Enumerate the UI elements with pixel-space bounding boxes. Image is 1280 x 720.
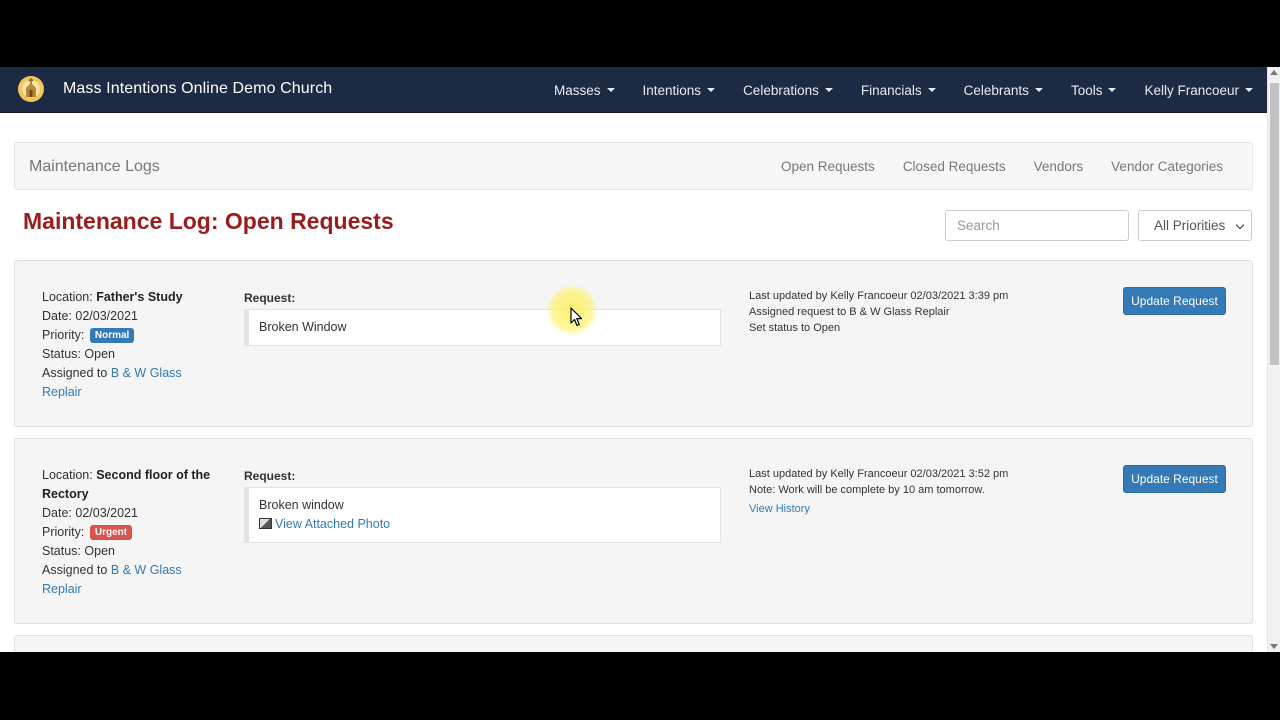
menu-label: Celebrations (743, 82, 819, 98)
location-value: Father's Study (96, 290, 183, 304)
menu-user-account[interactable]: Kelly Francoeur (1144, 83, 1253, 98)
assigned-label: Assigned to (42, 366, 108, 380)
priority-row: Priority: Normal (42, 326, 212, 345)
menu-label: Financials (860, 82, 922, 98)
status-value: Open (84, 544, 115, 558)
update-request-button[interactable]: Update Request (1123, 465, 1226, 493)
menu-celebrants[interactable]: Celebrants (964, 83, 1043, 98)
location-label: Location: (42, 290, 93, 304)
request-column: Request: Broken Window (244, 291, 721, 346)
request-text: Broken window (259, 498, 344, 512)
brand-name: Mass Intentions Online Demo Church (63, 80, 333, 97)
main-menu: Masses Intentions Celebrations Financial… (526, 67, 1253, 113)
church-logo-icon (18, 76, 44, 102)
assigned-row: Assigned to B & W Glass Replair (42, 364, 212, 402)
date-row: Date: 02/03/2021 (42, 307, 212, 326)
caret-down-icon (927, 88, 936, 92)
brand[interactable]: Mass Intentions Online Demo Church (16, 75, 332, 103)
request-text: Broken Window (259, 320, 347, 334)
menu-label: Intentions (642, 82, 702, 98)
menu-intentions[interactable]: Intentions (643, 83, 716, 98)
date-label: Date: (42, 309, 72, 323)
menu-label: Masses (554, 82, 601, 98)
link-vendors[interactable]: Vendors (1034, 159, 1084, 174)
status-value: Open (84, 347, 115, 361)
menu-label: Kelly Francoeur (1144, 82, 1239, 98)
log-entry: Assigned request to B & W Glass Replair (749, 306, 950, 318)
status-row: Status: Open (42, 345, 212, 364)
sub-navbar: Maintenance Logs Open Requests Closed Re… (14, 142, 1253, 190)
priority-filter-value: All Priorities (1154, 218, 1226, 233)
search-input[interactable] (945, 210, 1129, 241)
caret-down-icon (1108, 88, 1117, 92)
caret-down-icon (1034, 88, 1043, 92)
request-details: Location: Father's Study Date: 02/03/202… (42, 288, 212, 402)
log-entry: Last updated by Kelly Francoeur 02/03/20… (749, 290, 1009, 302)
link-vendor-categories[interactable]: Vendor Categories (1111, 159, 1223, 174)
status-label: Status: (42, 544, 81, 558)
link-closed-requests[interactable]: Closed Requests (903, 159, 1006, 174)
assigned-row: Assigned to B & W Glass Replair (42, 561, 212, 599)
date-row: Date: 02/03/2021 (42, 504, 212, 523)
view-history-link[interactable]: View History (749, 501, 1089, 517)
request-card-partial (14, 635, 1253, 652)
status-row: Status: Open (42, 542, 212, 561)
request-label: Request: (244, 469, 296, 483)
request-card: Location: Second floor of the Rectory Da… (14, 438, 1253, 624)
menu-label: Tools (1070, 82, 1103, 98)
caret-down-icon (1245, 88, 1253, 92)
page-title: Maintenance Log: Open Requests (23, 208, 394, 234)
status-label: Status: (42, 347, 81, 361)
date-value: 02/03/2021 (75, 309, 138, 323)
menu-celebrations[interactable]: Celebrations (743, 83, 833, 98)
chevron-down-icon (1235, 220, 1245, 230)
scroll-down-arrow-icon[interactable] (1270, 644, 1278, 649)
menu-masses[interactable]: Masses (554, 83, 615, 98)
priority-label: Priority: (42, 328, 85, 342)
request-label: Request: (244, 291, 296, 305)
log-entry: Set status to Open (749, 322, 841, 334)
menu-label: Celebrants (963, 82, 1029, 98)
request-details: Location: Second floor of the Rectory Da… (42, 466, 212, 599)
location-row: Location: Second floor of the Rectory (42, 466, 212, 504)
update-request-button[interactable]: Update Request (1123, 287, 1226, 315)
date-label: Date: (42, 506, 72, 520)
priority-label: Priority: (42, 525, 85, 539)
browser-viewport: Mass Intentions Online Demo Church Masse… (0, 67, 1280, 652)
top-navbar: Mass Intentions Online Demo Church Masse… (0, 67, 1267, 113)
photo-row: View Attached Photo (259, 515, 710, 534)
menu-tools[interactable]: Tools (1071, 83, 1117, 98)
caret-down-icon (606, 88, 615, 92)
request-box: Broken window View Attached Photo (244, 487, 721, 543)
request-card: Location: Father's Study Date: 02/03/202… (14, 260, 1253, 427)
image-icon (259, 518, 272, 529)
priority-filter-select[interactable]: All Priorities (1138, 210, 1252, 241)
assigned-label: Assigned to (42, 563, 108, 577)
caret-down-icon (707, 88, 716, 92)
section-title[interactable]: Maintenance Logs (29, 158, 160, 176)
sub-nav-links: Open Requests Closed Requests Vendors Ve… (753, 159, 1223, 174)
link-open-requests[interactable]: Open Requests (781, 159, 875, 174)
priority-badge: Normal (89, 328, 135, 343)
location-row: Location: Father's Study (42, 288, 212, 307)
caret-down-icon (824, 88, 833, 92)
log-entry: Last updated by Kelly Francoeur 02/03/20… (749, 468, 1009, 480)
location-label: Location: (42, 468, 93, 482)
page-scrollbar[interactable] (1267, 67, 1280, 652)
date-value: 02/03/2021 (75, 506, 138, 520)
request-log: Last updated by Kelly Francoeur 02/03/20… (749, 288, 1089, 336)
menu-financials[interactable]: Financials (861, 83, 936, 98)
priority-row: Priority: Urgent (42, 523, 212, 542)
request-column: Request: Broken window View Attached Pho… (244, 469, 721, 543)
view-photo-link[interactable]: View Attached Photo (275, 517, 390, 531)
priority-badge: Urgent (89, 525, 133, 540)
request-log: Last updated by Kelly Francoeur 02/03/20… (749, 466, 1089, 517)
scroll-up-arrow-icon[interactable] (1270, 70, 1278, 75)
log-entry: Note: Work will be complete by 10 am tom… (749, 484, 985, 496)
scroll-thumb[interactable] (1270, 83, 1279, 365)
request-box: Broken Window (244, 309, 721, 346)
